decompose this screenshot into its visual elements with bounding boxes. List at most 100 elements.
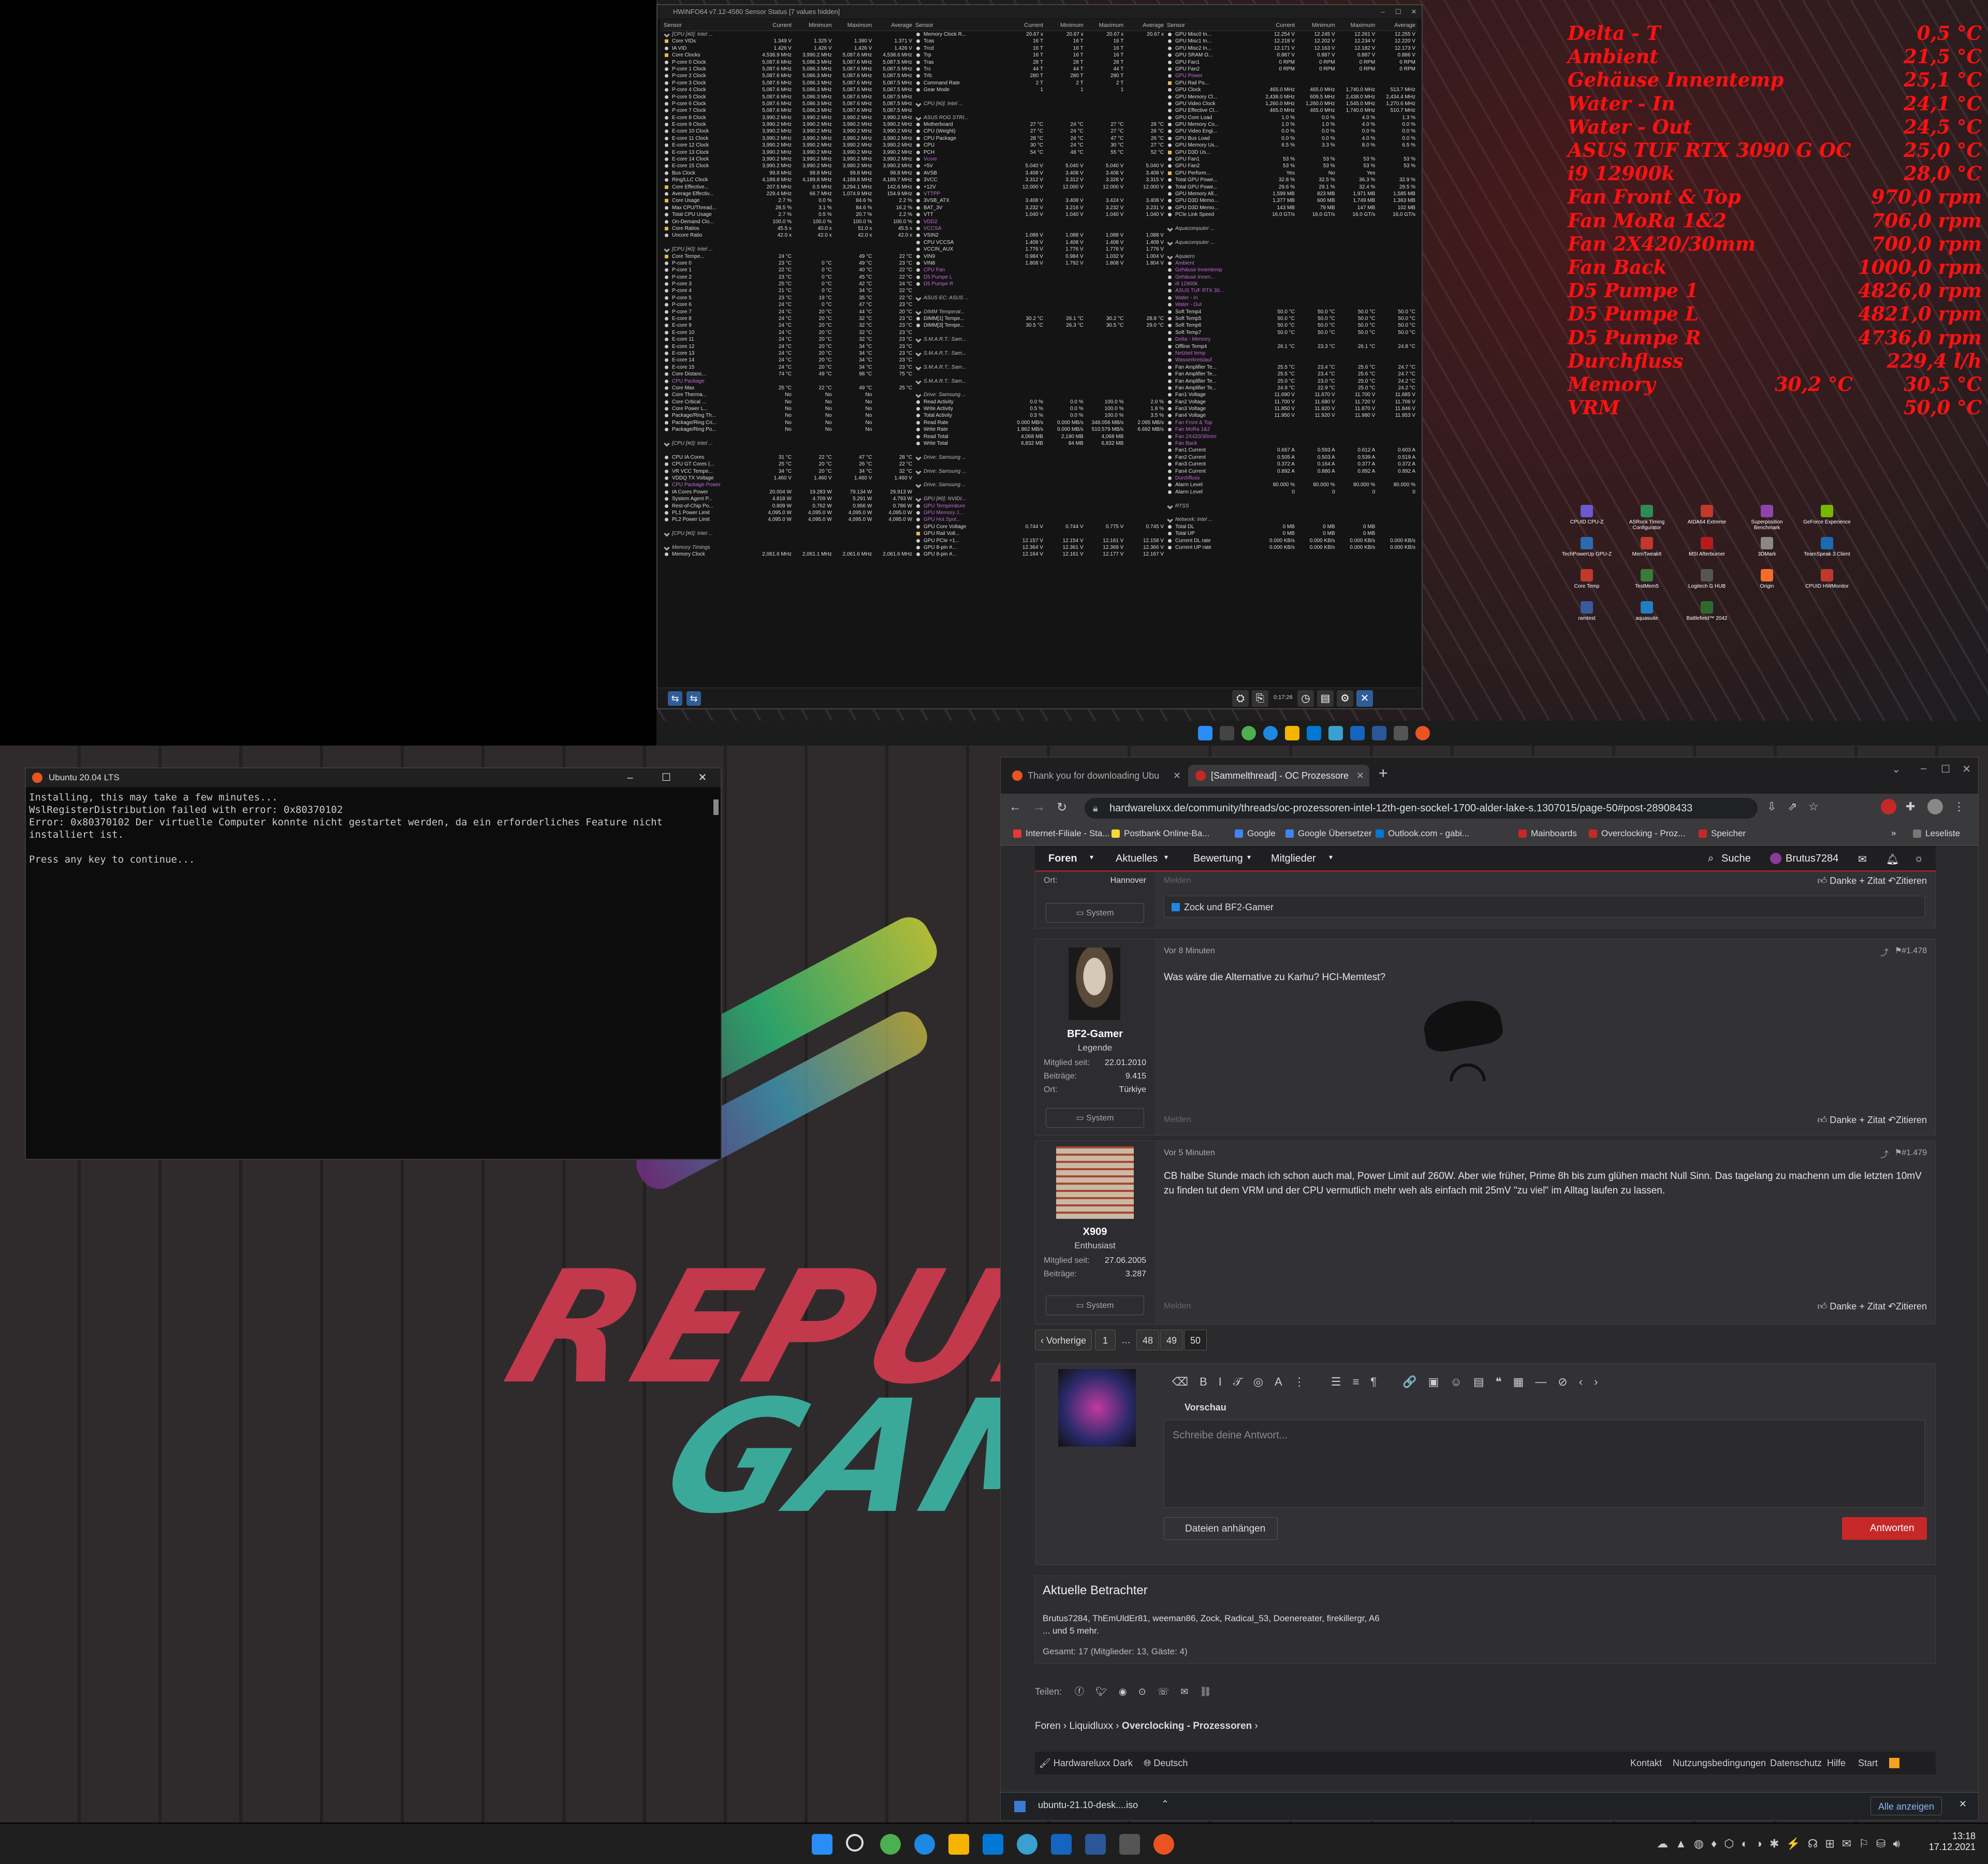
sensor-row[interactable]: CPU (Weight) 27 °C 24 °C 27 °C 26 °C: [912, 128, 1166, 135]
sensor-row[interactable]: Total CPU Usage 2.7 % 0.5 % 20.7 % 2.2 %: [661, 211, 914, 218]
sensor-row[interactable]: [912, 447, 1166, 454]
column-header[interactable]: Current: [1256, 20, 1297, 31]
sensor-row[interactable]: D5 Pumpe L: [912, 274, 1166, 281]
sensor-row[interactable]: VSIN2 1.088 V 1.088 V 1.088 V 1.088 V: [912, 232, 1166, 239]
sensor-row[interactable]: [661, 239, 914, 246]
hwinfo-icon[interactable]: [1394, 726, 1408, 740]
sensor-row[interactable]: CPU 30 °C 24 °C 30 °C 27 °C: [912, 142, 1166, 149]
sensor-row[interactable]: Current UP rate 0.000 KB/s 0.000 KB/s 0.000…: [1164, 544, 1417, 551]
sensor-row[interactable]: ASUS EC: ASUS ...: [912, 295, 1166, 301]
quote-button[interactable]: + Zitat: [1859, 1301, 1885, 1312]
sensor-row[interactable]: IA Cores Power 20.004 W 19.283 W 79.134 W 29…: [661, 489, 914, 496]
nav-user[interactable]: Brutus7284: [1786, 853, 1838, 865]
sensor-row[interactable]: IA VID 1.426 V 1.426 V 1.426 V 1.426 V: [661, 45, 914, 52]
sensor-row[interactable]: Fan Amplifier Te... 25.5 °C 23.4 °C 25.6 °C…: [1164, 371, 1417, 377]
sensor-row[interactable]: Soft Temp7 50.0 °C 50.0 °C 50.0 °C 50.0 °C: [1164, 329, 1417, 336]
sensor-row[interactable]: Fan 2X420/30mm: [1164, 433, 1417, 440]
bookmark-star-icon[interactable]: ☆: [1808, 800, 1819, 813]
ubuntu-icon[interactable]: [1415, 726, 1430, 740]
start-icon[interactable]: [812, 1834, 832, 1855]
sensor-row[interactable]: E-core 8 24 °C 20 °C 32 °C 23 °C: [661, 315, 914, 322]
sensor-row[interactable]: P-core 2 23 °C 0 °C 45 °C 22 °C: [661, 274, 914, 281]
sensor-row[interactable]: CPU [#0]: Intel ...: [912, 100, 1166, 107]
close-button[interactable]: ✕: [1406, 5, 1422, 19]
sensor-row[interactable]: E-core 9 Clock 3,990.2 MHz 3,990.2 MHz 3,99…: [661, 121, 914, 128]
sensor-row[interactable]: ASUS TUF RTX 30...: [1164, 287, 1417, 294]
desktop-shortcut[interactable]: Origin: [1738, 569, 1795, 589]
like-button[interactable]: 👍︎ Danke: [1817, 1301, 1857, 1312]
sensor-row[interactable]: Trfc 280 T 280 T 280 T: [912, 72, 1166, 79]
bookmark-item[interactable]: Internet-Filiale - Sta...: [1013, 828, 1110, 839]
quote-button[interactable]: + Zitat: [1859, 876, 1885, 886]
sensor-row[interactable]: [912, 475, 1166, 482]
sensor-row[interactable]: Uncore Ratio 42.0 x 42.0 x 42.0 x 42.0 x: [661, 232, 914, 239]
hwinfo-header[interactable]: Sensor Current Minimum Maximum Average: [661, 20, 914, 31]
user-avatar[interactable]: [1056, 1146, 1134, 1219]
bell-icon[interactable]: 🔔︎: [1886, 853, 1899, 866]
sensor-row[interactable]: D5 Pumpe R: [912, 281, 1166, 287]
share-icon[interactable]: ⤴: [1880, 1147, 1889, 1160]
maximize-button[interactable]: ☐: [1941, 763, 1950, 776]
settings-icon[interactable]: ⚙: [1337, 690, 1353, 707]
show-all-button[interactable]: Alle anzeigen: [1870, 1797, 1942, 1815]
sensor-row[interactable]: Motherboard 27 °C 24 °C 27 °C 26 °C: [912, 121, 1166, 128]
sensor-row[interactable]: Core Effective... 207.5 MHz 0.5 MHz 3,294.1…: [661, 184, 914, 191]
sensor-row[interactable]: GPU Hot Spot...: [912, 516, 1166, 523]
close-icon[interactable]: ✕: [1959, 1799, 1967, 1810]
sensor-row[interactable]: E-core 10 24 °C 20 °C 32 °C 23 °C: [661, 329, 914, 336]
column-header[interactable]: Current: [1005, 20, 1045, 31]
sensor-row[interactable]: S.M.A.R.T.: Sam...: [912, 364, 1166, 371]
sensor-row[interactable]: Trcd 16 T 16 T 16 T: [912, 45, 1166, 52]
username[interactable]: BF2-Gamer: [1035, 1028, 1154, 1040]
sensor-row[interactable]: Trc 44 T 44 T 44 T: [912, 66, 1166, 72]
bookmark-icon[interactable]: ⚑: [1895, 1147, 1902, 1158]
tab-ubuntu-download[interactable]: Thank you for downloading Ubu ✕: [1005, 765, 1186, 787]
user-avatar[interactable]: [1069, 948, 1120, 1020]
console-output[interactable]: Installing, this may take a few minutes.…: [26, 787, 710, 1159]
edge-icon[interactable]: [1263, 726, 1278, 740]
sensor-row[interactable]: [912, 385, 1166, 391]
search-icon[interactable]: ⌕: [1708, 853, 1714, 865]
nav-mitglieder[interactable]: Mitglieder: [1271, 853, 1316, 865]
sensor-row[interactable]: GPU Misc2 In... 12.171 V 12.163 V 12.182 V1…: [1164, 45, 1417, 52]
sensor-row[interactable]: [CPU [#0]: Intel ...: [661, 31, 914, 38]
log-icon[interactable]: ⎘: [1252, 690, 1268, 707]
sensor-row[interactable]: GPU Core Load 1.0 % 0.0 % 4.0 % 1.3 %: [1164, 114, 1417, 121]
sensor-row[interactable]: Fan1 Current 0.667 A 0.593 A 0.612 A 0.603 A: [1164, 447, 1417, 454]
desktop-shortcut[interactable]: AIDA64 Extreme: [1678, 505, 1735, 525]
report-link[interactable]: Melden: [1164, 1115, 1191, 1125]
sensor-row[interactable]: Wasserkreislauf: [1164, 357, 1417, 363]
sensor-row[interactable]: Total GPU Powe... 29.6 % 29.1 % 32.4 % 29.5 …: [1164, 184, 1417, 191]
sensor-row[interactable]: Total Activity 0.5 % 0.0 % 100.0 % 3.5 %: [912, 412, 1166, 419]
column-header[interactable]: Sensor: [912, 20, 1005, 31]
sensor-row[interactable]: GPU Fan1 53 % 53 % 53 % 53 %: [1164, 156, 1417, 163]
edge-icon[interactable]: [914, 1834, 935, 1855]
sensor-row[interactable]: GPU Memory Cl... 2,438.0 MHz 609.5 MHz 2,43…: [1164, 94, 1417, 100]
sensor-row[interactable]: GPU SRAM O... 0.887 V 0.887 V 0.887 V 0.886 …: [1164, 52, 1417, 59]
sensor-row[interactable]: P-core 1 Clock 5,087.6 MHz 5,086.3 MHz 5,08…: [661, 66, 914, 72]
hwinfo-column-3[interactable]: Sensor Current Minimum Maximum Average GPU Mi…: [1164, 20, 1417, 688]
desktop-shortcut[interactable]: CPUID HWMonitor: [1799, 569, 1855, 589]
sensor-row[interactable]: Drive: Samsung ...: [912, 391, 1166, 398]
sensor-row[interactable]: GPU D3D Memo... 1,377 MB 600 MB 1,749 MB 1,3…: [1164, 197, 1417, 204]
sensor-row[interactable]: VIN9 0.984 V 0.984 V 1.032 V 1.004 V: [912, 253, 1166, 260]
sensor-row[interactable]: P-core 4 21 °C 0 °C 34 °C 22 °C: [661, 287, 914, 294]
sensor-row[interactable]: E-core 13 Clock 3,990.2 MHz 3,990.2 MHz 3,9…: [661, 149, 914, 156]
sensor-row[interactable]: Drive: Samsung ...: [912, 454, 1166, 461]
sensor-row[interactable]: Water - Out: [1164, 301, 1417, 308]
sensor-row[interactable]: Read Activity 0.0 % 0.0 % 100.0 % 2.0 %: [912, 399, 1166, 405]
sensor-row[interactable]: +12V 12.000 V 12.000 V 12.000 V 12.000 V: [912, 184, 1166, 191]
sensor-row[interactable]: GPU Rail Volt...: [912, 530, 1166, 537]
close-tab-icon[interactable]: ✕: [1356, 765, 1364, 787]
sensor-row[interactable]: GPU D3D Memo... 143 MB 79 MB 147 MB 102 MB: [1164, 205, 1417, 211]
sensor-row[interactable]: GPU Video Clock 1,260.0 MHz 1,260.0 MHz 1,5…: [1164, 100, 1417, 107]
reply-quote-button[interactable]: ↶Zitieren: [1888, 1301, 1927, 1312]
home-link[interactable]: Start: [1858, 1752, 1878, 1774]
sensor-row[interactable]: [CPU [#0]: Intel ...: [661, 440, 914, 447]
sensor-row[interactable]: Gear Mode 1 1 1: [912, 86, 1166, 93]
sensor-row[interactable]: Fan4 Current 0.892 A 0.880 A 0.892 A 0.892 A: [1164, 468, 1417, 475]
sensor-row[interactable]: DIMM[1] Tempe... 30.2 °C 26.1 °C 30.2 °C 28.…: [912, 315, 1166, 322]
sensor-row[interactable]: Network: Intel ...: [1164, 516, 1417, 523]
word-icon[interactable]: [1372, 726, 1386, 740]
new-tab-button[interactable]: +: [1379, 765, 1388, 782]
